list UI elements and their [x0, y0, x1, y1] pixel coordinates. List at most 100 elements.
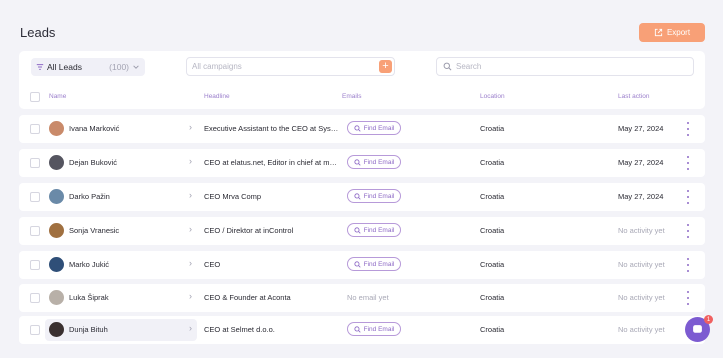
lead-name[interactable]: Dejan Buković — [69, 158, 117, 167]
lead-last-action: No activity yet — [618, 293, 665, 302]
find-email-button[interactable]: Find Email — [347, 121, 401, 135]
find-email-button[interactable]: Find Email — [347, 155, 401, 169]
lead-location: Croatia — [480, 260, 505, 269]
lead-name[interactable]: Darko Pažin — [69, 192, 110, 201]
lead-location: Croatia — [480, 124, 505, 133]
search-icon — [354, 124, 361, 132]
select-all-checkbox[interactable] — [30, 92, 40, 102]
lead-location: Croatia — [480, 226, 505, 235]
find-email-label: Find Email — [363, 325, 395, 333]
search-icon — [354, 192, 361, 200]
chevron-right-icon[interactable]: › — [189, 122, 192, 132]
chat-launcher-button[interactable]: 1 — [685, 315, 713, 342]
column-header-name: Name — [49, 93, 67, 100]
avatar — [49, 290, 64, 305]
lead-headline: Executive Assistant to the CEO at Sys… — [204, 124, 339, 133]
chevron-right-icon[interactable]: › — [189, 323, 192, 333]
table-row[interactable]: Luka Šiprak › CEO & Founder at Aconta No… — [19, 284, 705, 312]
filter-bar: All Leads (100) All campaigns + Name Hea… — [19, 51, 705, 109]
leads-count: (100) — [109, 62, 129, 72]
table-row[interactable]: Darko Pažin › CEO Mrva Comp Find Email C… — [19, 183, 705, 211]
lead-last-action: No activity yet — [618, 260, 665, 269]
campaign-placeholder: All campaigns — [192, 62, 242, 71]
lead-last-action: No activity yet — [618, 325, 665, 334]
export-label: Export — [666, 28, 691, 37]
find-email-label: Find Email — [363, 226, 395, 234]
row-checkbox[interactable] — [30, 158, 40, 168]
lead-name[interactable]: Luka Šiprak — [69, 293, 109, 302]
lead-headline: CEO — [204, 260, 221, 269]
table-row[interactable]: Dejan Buković › CEO at elatus.net, Edito… — [19, 149, 705, 177]
campaign-select[interactable]: All campaigns + — [186, 57, 395, 76]
chat-icon — [693, 325, 702, 333]
notification-badge: 1 — [704, 315, 713, 324]
lead-name[interactable]: Marko Jukić — [69, 260, 109, 269]
more-options-icon[interactable] — [685, 122, 691, 136]
avatar — [49, 257, 64, 272]
table-row[interactable]: Dunja Bituh › CEO at Selmet d.o.o. Find … — [19, 316, 705, 344]
more-options-icon[interactable] — [685, 190, 691, 204]
chevron-right-icon[interactable]: › — [189, 190, 192, 200]
find-email-label: Find Email — [363, 260, 395, 268]
find-email-button[interactable]: Find Email — [347, 257, 401, 271]
find-email-label: Find Email — [363, 124, 395, 132]
more-options-icon[interactable] — [685, 258, 691, 272]
lead-name[interactable]: Dunja Bituh — [69, 325, 108, 334]
find-email-button[interactable]: Find Email — [347, 189, 401, 203]
lead-last-action: No activity yet — [618, 226, 665, 235]
column-header-last-action: Last action — [618, 93, 650, 100]
lead-headline: CEO at elatus.net, Editor in chief at m… — [204, 158, 337, 167]
lead-headline: CEO Mrva Comp — [204, 192, 262, 201]
chevron-down-icon — [133, 65, 139, 69]
find-email-label: Find Email — [363, 158, 395, 166]
export-button[interactable]: Export — [639, 23, 705, 42]
table-row[interactable]: Sonja Vranesic › CEO / Direktor at inCon… — [19, 217, 705, 245]
lead-headline: CEO at Selmet d.o.o. — [204, 325, 275, 334]
row-checkbox[interactable] — [30, 293, 40, 303]
add-campaign-button[interactable]: + — [379, 60, 392, 73]
column-header-location: Location — [480, 93, 505, 100]
chevron-right-icon[interactable]: › — [189, 224, 192, 234]
no-email-text: No email yet — [347, 293, 389, 302]
find-email-label: Find Email — [363, 192, 395, 200]
row-checkbox[interactable] — [30, 260, 40, 270]
find-email-button[interactable]: Find Email — [347, 223, 401, 237]
lead-last-action: May 27, 2024 — [618, 124, 664, 133]
filter-icon — [36, 64, 44, 70]
lead-name[interactable]: Sonja Vranesic — [69, 226, 119, 235]
row-checkbox[interactable] — [30, 192, 40, 202]
row-checkbox[interactable] — [30, 226, 40, 236]
avatar — [49, 155, 64, 170]
lead-location: Croatia — [480, 325, 505, 334]
find-email-button[interactable]: Find Email — [347, 322, 401, 336]
more-options-icon[interactable] — [685, 291, 691, 305]
leads-filter-select[interactable]: All Leads (100) — [31, 58, 145, 76]
page-title: Leads — [20, 25, 56, 40]
search-icon — [354, 158, 361, 166]
lead-name[interactable]: Ivana Marković — [69, 124, 119, 133]
leads-filter-label: All Leads — [47, 62, 82, 72]
more-options-icon[interactable] — [685, 156, 691, 170]
avatar — [49, 121, 64, 136]
search-field[interactable] — [436, 57, 694, 76]
lead-last-action: May 27, 2024 — [618, 158, 664, 167]
column-header-headline: Headline — [204, 93, 230, 100]
avatar — [49, 189, 64, 204]
more-options-icon[interactable] — [685, 224, 691, 238]
search-input[interactable] — [456, 62, 676, 71]
column-header-emails: Emails — [342, 93, 362, 100]
chevron-right-icon[interactable]: › — [189, 291, 192, 301]
chevron-right-icon[interactable]: › — [189, 156, 192, 166]
lead-last-action: May 27, 2024 — [618, 192, 664, 201]
lead-location: Croatia — [480, 293, 505, 302]
table-row[interactable]: Marko Jukić › CEO Find Email Croatia No … — [19, 251, 705, 279]
search-icon — [354, 226, 361, 234]
row-checkbox[interactable] — [30, 325, 40, 335]
lead-location: Croatia — [480, 158, 505, 167]
lead-headline: CEO / Direktor at inControl — [204, 226, 294, 235]
search-icon — [354, 325, 361, 333]
chevron-right-icon[interactable]: › — [189, 258, 192, 268]
row-checkbox[interactable] — [30, 124, 40, 134]
lead-headline: CEO & Founder at Aconta — [204, 293, 291, 302]
table-row[interactable]: Ivana Marković › Executive Assistant to … — [19, 115, 705, 143]
